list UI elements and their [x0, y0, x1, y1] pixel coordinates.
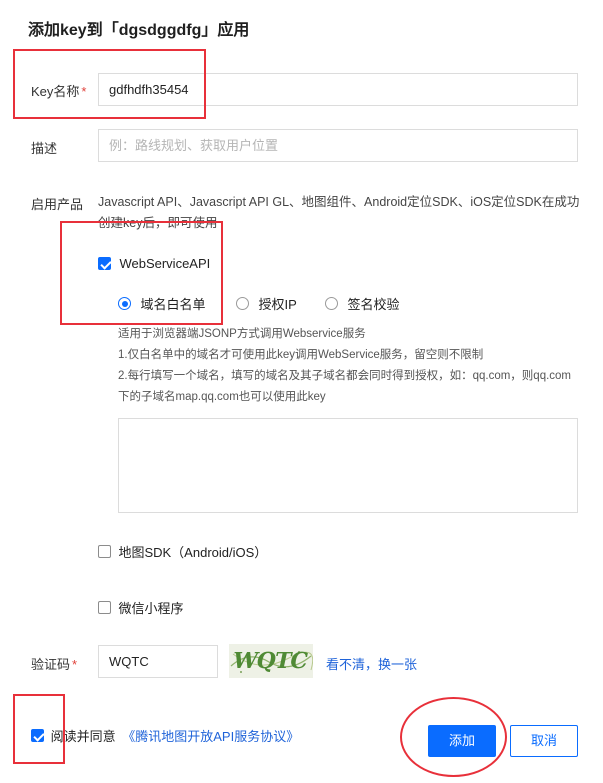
agreement-prefix: 阅读并同意	[50, 729, 116, 744]
map-sdk-label: 地图SDK（Android/iOS）	[118, 545, 268, 560]
radio-signature[interactable]: 签名校验	[325, 294, 399, 313]
radio-domain-whitelist-label: 域名白名单	[140, 297, 206, 312]
radio-auth-ip-label: 授权IP	[258, 297, 297, 312]
dialog-title: 添加key到「dgsdggdfg」应用	[28, 22, 250, 39]
key-name-label-text: Key名称	[31, 84, 80, 99]
agreement-checkbox[interactable]	[31, 729, 44, 742]
radio-signature-label: 签名校验	[347, 297, 400, 312]
agreement-row: 阅读并同意 《腾讯地图开放API服务协议》	[31, 726, 299, 745]
description-input[interactable]	[98, 129, 578, 162]
miniprogram-label: 微信小程序	[118, 601, 184, 616]
description-label: 描述	[31, 141, 58, 156]
captcha-label-text: 验证码	[31, 657, 71, 672]
hint-line: 2.每行填写一个域名，填写的域名及其子域名都会同时得到授权，如：qq.com，则…	[118, 370, 572, 403]
key-name-input[interactable]	[98, 73, 578, 106]
domain-whitelist-textarea[interactable]	[118, 418, 578, 513]
miniprogram-checkbox-row[interactable]: 微信小程序	[98, 598, 183, 617]
required-mark: *	[81, 84, 87, 99]
captcha-input[interactable]	[98, 645, 218, 678]
agreement-link[interactable]: 《腾讯地图开放API服务协议》	[122, 729, 299, 744]
radio-signature-control[interactable]	[325, 297, 338, 310]
webservice-checkbox[interactable]	[98, 257, 111, 271]
map-sdk-checkbox-row[interactable]: 地图SDK（Android/iOS）	[98, 542, 267, 561]
captcha-image-text: WQTC	[230, 648, 310, 674]
required-mark: *	[72, 657, 78, 672]
map-sdk-checkbox[interactable]	[98, 545, 111, 558]
captcha-image[interactable]: WQTC	[229, 644, 313, 678]
products-description: Javascript API、Javascript API GL、地图组件、An…	[98, 195, 580, 230]
captcha-refresh-link[interactable]: 看不清，换一张	[326, 654, 417, 673]
hint-line: 适用于浏览器端JSONP方式调用Webservice服务	[118, 328, 366, 340]
hint-line: 1.仅白名单中的域名才可使用此key调用WebService服务，留空则不限制	[118, 349, 484, 361]
radio-auth-ip[interactable]: 授权IP	[236, 294, 297, 313]
webservice-label: WebServiceAPI	[119, 256, 211, 272]
captcha-label: 验证码 *	[31, 654, 77, 673]
cancel-button[interactable]: 取消	[510, 725, 578, 757]
radio-domain-whitelist[interactable]: 域名白名单	[118, 294, 205, 313]
webservice-hints: 适用于浏览器端JSONP方式调用Webservice服务 1.仅白名单中的域名才…	[118, 324, 580, 408]
add-button[interactable]: 添加	[428, 725, 496, 757]
products-label: 启用产品	[31, 197, 84, 212]
miniprogram-checkbox[interactable]	[98, 601, 111, 614]
radio-domain-whitelist-control[interactable]	[118, 297, 131, 310]
webservice-checkbox-row[interactable]: WebServiceAPI	[98, 255, 210, 273]
key-name-label: Key名称 *	[31, 81, 86, 100]
radio-auth-ip-control[interactable]	[236, 297, 249, 310]
